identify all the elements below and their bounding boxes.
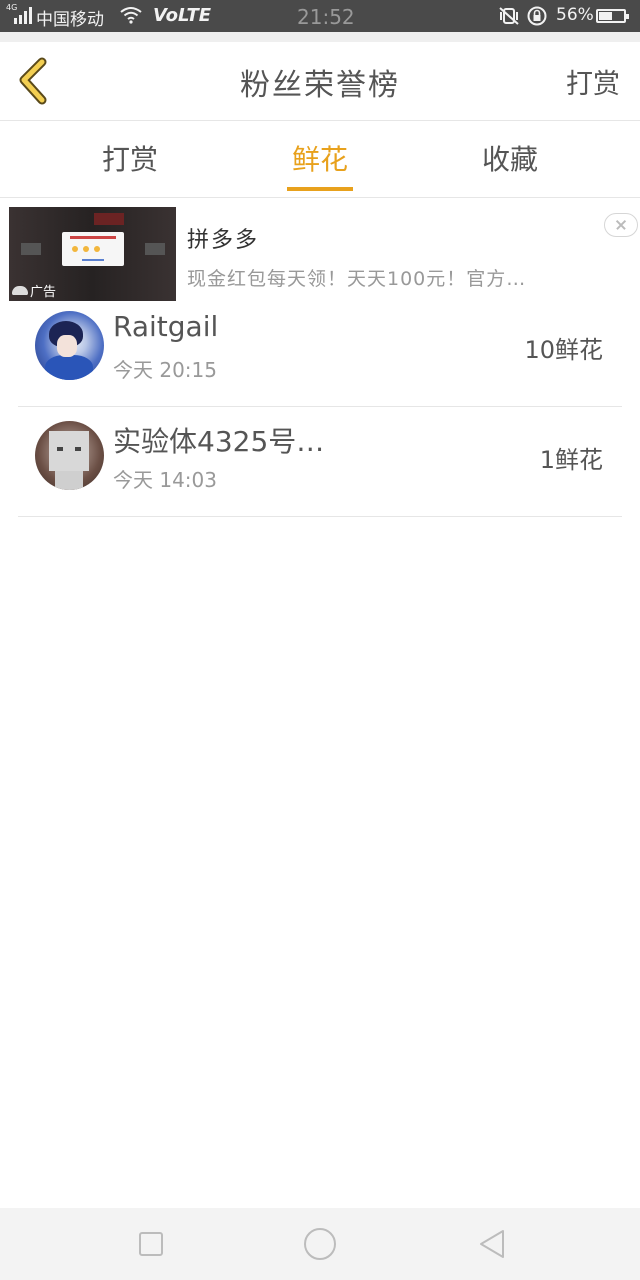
ad-close-button[interactable] xyxy=(604,213,638,237)
battery-level xyxy=(599,12,612,20)
header: 粉丝荣誉榜 打赏 xyxy=(0,42,640,121)
signal-icon xyxy=(8,6,32,24)
list-item[interactable]: Raitgail 今天 20:15 10鲜花 xyxy=(18,296,622,407)
ad-banner[interactable]: 广告 拼多多 现金红包每天领！天天100元！官方… xyxy=(0,198,640,304)
avatar[interactable] xyxy=(35,421,104,490)
reward-button[interactable]: 打赏 xyxy=(566,62,620,101)
system-nav-bar xyxy=(0,1208,640,1280)
home-icon[interactable] xyxy=(304,1228,336,1260)
user-name: Raitgail xyxy=(113,310,219,343)
list-item[interactable]: 实验体4325号… 今天 14:03 1鲜花 xyxy=(18,406,622,517)
active-tab-indicator xyxy=(287,187,353,191)
status-bar: 4G 中国移动 VoLTE 21:52 56% xyxy=(0,0,640,32)
carrier-name: 中国移动 xyxy=(36,10,104,30)
timestamp: 今天 20:15 xyxy=(113,358,217,382)
volte-indicator: VoLTE xyxy=(153,5,212,26)
flower-count: 1鲜花 xyxy=(539,446,603,474)
user-name: 实验体4325号… xyxy=(113,425,325,458)
vibrate-icon xyxy=(498,6,520,31)
ad-description[interactable]: 现金红包每天领！天天100元！官方… xyxy=(187,264,526,291)
tab-bar: 打赏 鲜花 收藏 xyxy=(0,121,640,198)
battery-percent: 56% xyxy=(556,5,594,25)
page-title: 粉丝荣誉榜 xyxy=(240,68,400,103)
clock: 21:52 xyxy=(297,5,355,29)
wifi-icon xyxy=(120,6,142,29)
ad-image[interactable]: 广告 xyxy=(9,207,176,301)
tab-favorites[interactable]: 收藏 xyxy=(450,138,570,178)
ad-title[interactable]: 拼多多 xyxy=(187,222,259,254)
flower-count: 10鲜花 xyxy=(524,336,603,364)
rotation-lock-icon xyxy=(527,6,547,31)
battery-icon xyxy=(596,9,629,23)
recent-apps-icon[interactable] xyxy=(139,1232,163,1256)
tab-flowers[interactable]: 鲜花 xyxy=(260,138,380,178)
cloud-icon xyxy=(12,286,28,295)
tab-reward[interactable]: 打赏 xyxy=(70,138,190,178)
avatar[interactable] xyxy=(35,311,104,380)
timestamp: 今天 14:03 xyxy=(113,468,217,492)
divider xyxy=(0,32,640,42)
back-triangle-icon[interactable] xyxy=(477,1228,507,1264)
